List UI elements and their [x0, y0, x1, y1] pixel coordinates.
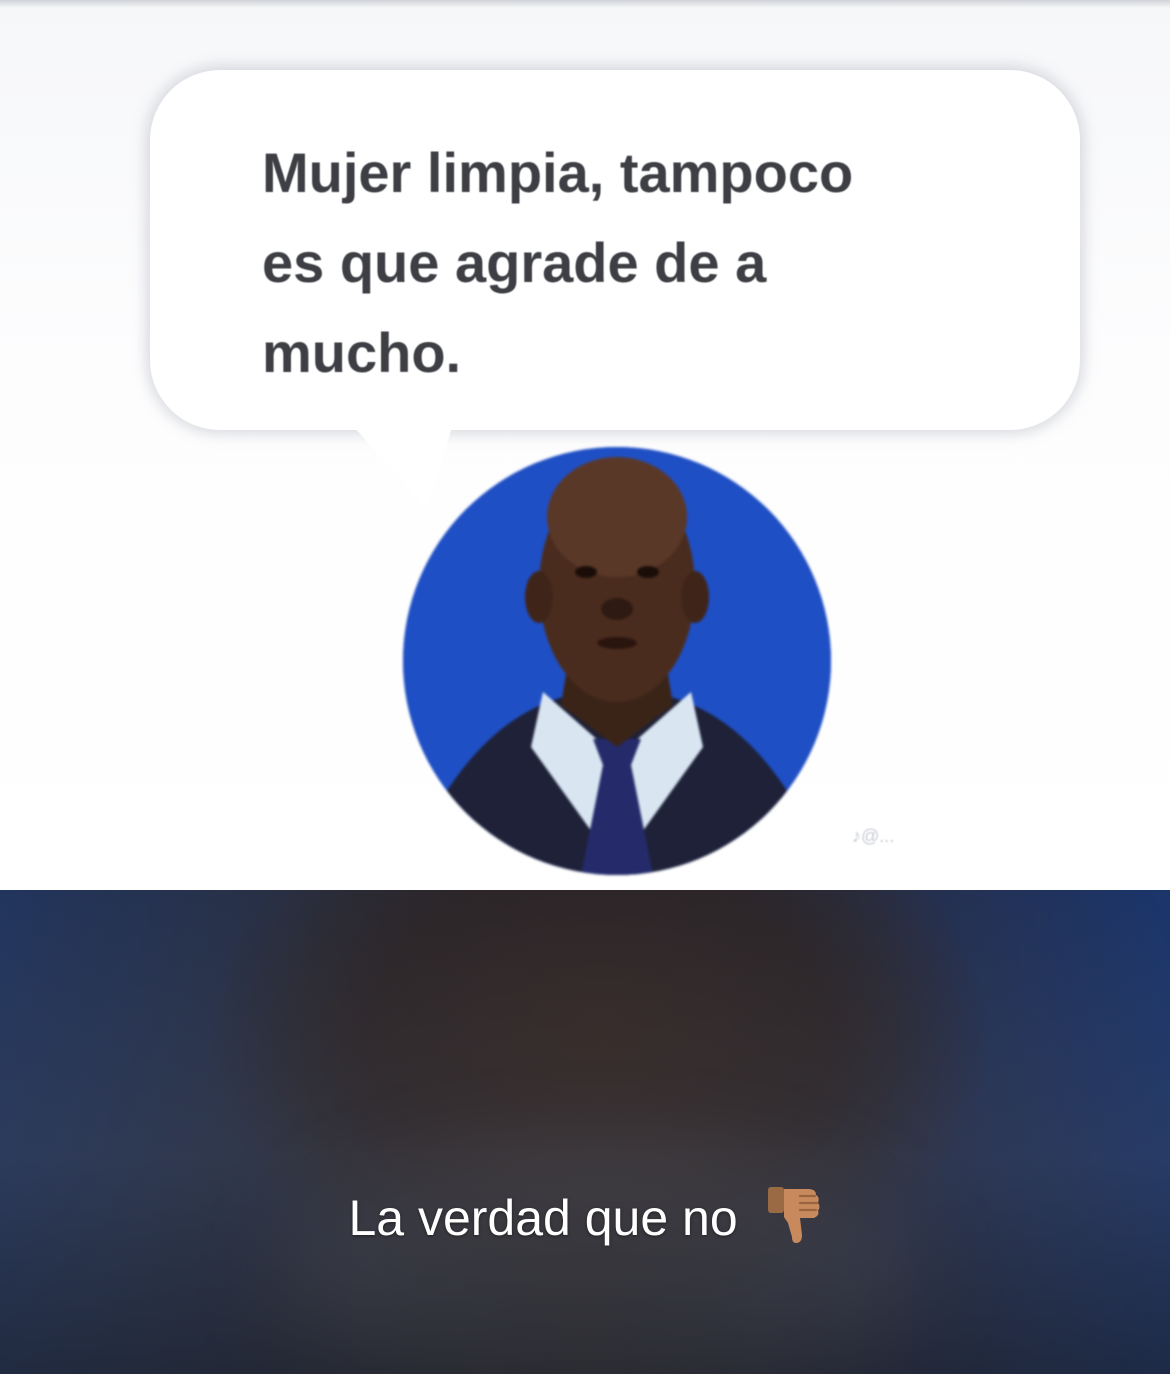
person-portrait — [403, 447, 831, 875]
background-shade — [0, 890, 1170, 1374]
caption-text: La verdad que no — [348, 1190, 738, 1247]
avatar — [403, 447, 831, 875]
top-edge-shadow — [0, 0, 1170, 8]
blurred-background — [0, 890, 1170, 1374]
speech-bubble-text: Mujer limpia, tampoco es que agrade de a… — [262, 141, 854, 384]
watermark: ♪@... — [852, 826, 895, 846]
caption: La verdad que no — [0, 1185, 1170, 1259]
thumbs-down-icon — [764, 1185, 822, 1259]
meme-image-panel: Mujer limpia, tampoco es que agrade de a… — [0, 0, 1170, 890]
speech-bubble-tail — [330, 400, 460, 510]
